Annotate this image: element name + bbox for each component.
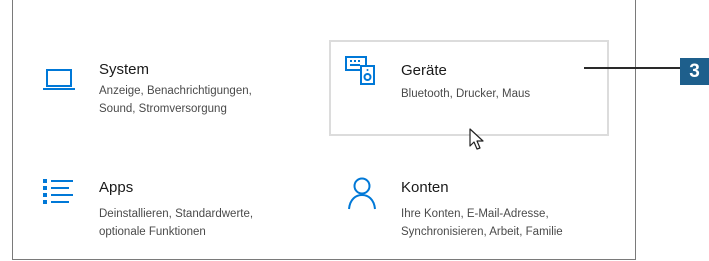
tile-accounts-desc-line-1: Ihre Konten, E-Mail-Adresse, (401, 208, 549, 220)
tile-accounts[interactable]: Konten Ihre Konten, E-Mail-Adresse, Sync… (329, 160, 609, 250)
tile-devices[interactable]: Geräte Bluetooth, Drucker, Maus (329, 40, 609, 136)
tile-system-desc-line-2: Sound, Stromversorgung (99, 103, 227, 115)
person-icon (348, 177, 376, 210)
tile-accounts-desc-line-2: Synchronisieren, Arbeit, Familie (401, 226, 563, 238)
mouse-cursor-icon (469, 128, 484, 150)
tile-apps-desc-line-2: optionale Funktionen (99, 226, 206, 238)
laptop-icon (43, 69, 75, 90)
tile-apps-desc-line-1: Deinstallieren, Standardwerte, (99, 208, 254, 220)
tile-system-desc-line-1: Anzeige, Benachrichtigungen, (99, 85, 252, 97)
tile-apps-title: Apps (99, 179, 134, 196)
tile-devices-desc-line-1: Bluetooth, Drucker, Maus (401, 88, 531, 100)
devices-icon (345, 56, 375, 85)
tile-system[interactable]: System Anzeige, Benachrichtigungen, Soun… (26, 40, 316, 128)
tile-devices-title: Geräte (401, 62, 447, 79)
tile-accounts-title: Konten (401, 179, 449, 196)
tile-system-title: System (99, 61, 150, 78)
callout-badge: 3 (680, 58, 709, 85)
callout-line (584, 67, 680, 69)
tile-apps[interactable]: Apps Deinstallieren, Standardwerte, opti… (26, 160, 316, 250)
apps-list-icon (43, 179, 73, 204)
